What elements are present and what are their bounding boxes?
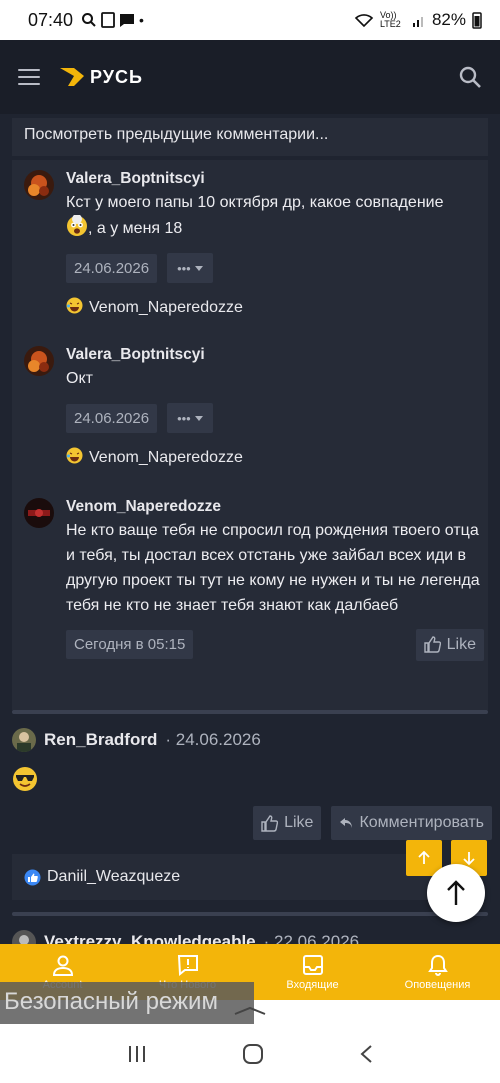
- network-label: Vo)) LTE2: [379, 10, 401, 29]
- reply-date[interactable]: 24.06.2026: [66, 403, 158, 433]
- arrow-up-icon: [447, 880, 465, 905]
- notification-icons: •: [81, 12, 144, 28]
- next-post-item: Vextrezzy_Knowledgeable · 22.06.2026: [12, 930, 488, 944]
- laughing-emoji-icon: [66, 447, 83, 469]
- reply-username[interactable]: Venom_Naperedozze: [66, 498, 484, 516]
- app-bar: РУСЬ: [0, 40, 500, 114]
- like-button[interactable]: Like: [415, 628, 484, 661]
- handle-chevron-icon: [234, 1006, 266, 1015]
- more-options-button[interactable]: •••: [167, 253, 213, 283]
- reply-icon: [340, 818, 353, 828]
- system-nav-bar: [0, 1042, 500, 1066]
- search-status-icon: [82, 13, 96, 27]
- likes-summary[interactable]: Daniil_Weazqueze: [12, 854, 432, 900]
- reply-item: Venom_Naperedozze Не кто ваще тебя не сп…: [24, 498, 484, 698]
- search-icon[interactable]: [458, 65, 482, 89]
- post-date[interactable]: · 22.06.2026: [264, 932, 359, 944]
- user-icon: [52, 955, 73, 976]
- dot-icon: •: [139, 12, 144, 28]
- nav-inbox[interactable]: Входящие: [250, 944, 375, 1000]
- reaction-row[interactable]: Venom_Naperedozze: [66, 297, 484, 319]
- previous-comments-link[interactable]: Посмотреть предыдущие комментарии...: [12, 118, 488, 156]
- reply-username[interactable]: Valera_Boptnitscyi: [66, 346, 484, 364]
- ellipsis-icon: •••: [177, 410, 191, 426]
- safe-mode-toast: Безопасный режим: [0, 982, 254, 1024]
- chevron-down-icon: [194, 415, 203, 421]
- signal-icon: [412, 17, 423, 27]
- clock: 07:40: [28, 9, 74, 30]
- inbox-icon: [302, 954, 323, 975]
- back-icon[interactable]: [359, 1044, 373, 1064]
- like-button[interactable]: Like: [253, 806, 322, 840]
- alert-bubble-icon: [177, 954, 198, 976]
- post-username[interactable]: Vextrezzy_Knowledgeable: [44, 932, 256, 944]
- reaction-row[interactable]: Venom_Naperedozze: [66, 447, 484, 469]
- post-divider: [12, 710, 488, 714]
- laughing-emoji-icon: [66, 297, 83, 319]
- avatar[interactable]: [12, 728, 36, 752]
- reply-item: Valera_Boptnitscyi Кст у моего папы 10 о…: [24, 170, 484, 330]
- reply-text: Не кто ваще тебя не спросил год рождения…: [66, 522, 480, 614]
- shocked-emoji-icon: [66, 214, 88, 237]
- logo-mark-icon: [60, 68, 84, 86]
- thumbs-up-icon: [423, 636, 441, 653]
- card-status-icon: [101, 12, 115, 28]
- bell-icon: [427, 954, 448, 976]
- like-badge-icon: [24, 869, 41, 885]
- reply-date[interactable]: 24.06.2026: [66, 253, 158, 283]
- message-status-icon: [120, 14, 135, 27]
- cool-emoji-icon: [12, 766, 38, 792]
- reaction-username: Venom_Naperedozze: [89, 299, 243, 316]
- reply-username[interactable]: Valera_Boptnitscyi: [66, 170, 484, 188]
- post-item: Ren_Bradford · 24.06.2026: [12, 728, 488, 808]
- recents-icon[interactable]: [127, 1045, 147, 1063]
- avatar[interactable]: [12, 930, 36, 944]
- reaction-username: Venom_Naperedozze: [89, 449, 243, 466]
- thumbs-up-icon: [261, 814, 279, 832]
- chevron-down-icon: [194, 265, 203, 271]
- reply-text: Кст у моего папы 10 октября др, какое со…: [66, 194, 444, 237]
- reply-item: Valera_Boptnitscyi Окт 24.06.2026 ••• Ve…: [24, 346, 484, 476]
- ellipsis-icon: •••: [177, 260, 191, 276]
- nav-notifications[interactable]: Оповещения: [375, 944, 500, 1000]
- battery-icon: [472, 12, 482, 29]
- menu-icon[interactable]: [18, 69, 40, 85]
- arrow-down-icon: [463, 852, 475, 865]
- avatar[interactable]: [24, 170, 54, 200]
- comment-button[interactable]: Комментировать: [331, 806, 492, 840]
- status-bar: 07:40 • Vo)) LTE2 82%: [0, 0, 500, 40]
- reply-date[interactable]: Сегодня в 05:15: [66, 630, 194, 659]
- home-icon[interactable]: [242, 1043, 264, 1065]
- feed-content: Посмотреть предыдущие комментарии... Val…: [0, 114, 500, 944]
- wifi-icon: [354, 14, 374, 28]
- liked-by-username: Daniil_Weazqueze: [47, 868, 181, 885]
- site-logo[interactable]: РУСЬ: [60, 67, 143, 88]
- avatar[interactable]: [24, 346, 54, 376]
- scroll-top-fab[interactable]: [427, 864, 485, 922]
- comment-thread: Valera_Boptnitscyi Кст у моего папы 10 о…: [12, 160, 488, 710]
- post-divider: [12, 912, 488, 916]
- arrow-up-icon: [418, 851, 430, 864]
- logo-text: РУСЬ: [90, 66, 143, 87]
- post-date[interactable]: · 24.06.2026: [165, 730, 260, 750]
- reply-text: Окт: [66, 370, 93, 387]
- battery-label: 82%: [431, 10, 466, 29]
- post-actions: Like Комментировать: [253, 806, 492, 840]
- more-options-button[interactable]: •••: [167, 403, 213, 433]
- avatar[interactable]: [24, 498, 54, 528]
- post-username[interactable]: Ren_Bradford: [44, 730, 157, 750]
